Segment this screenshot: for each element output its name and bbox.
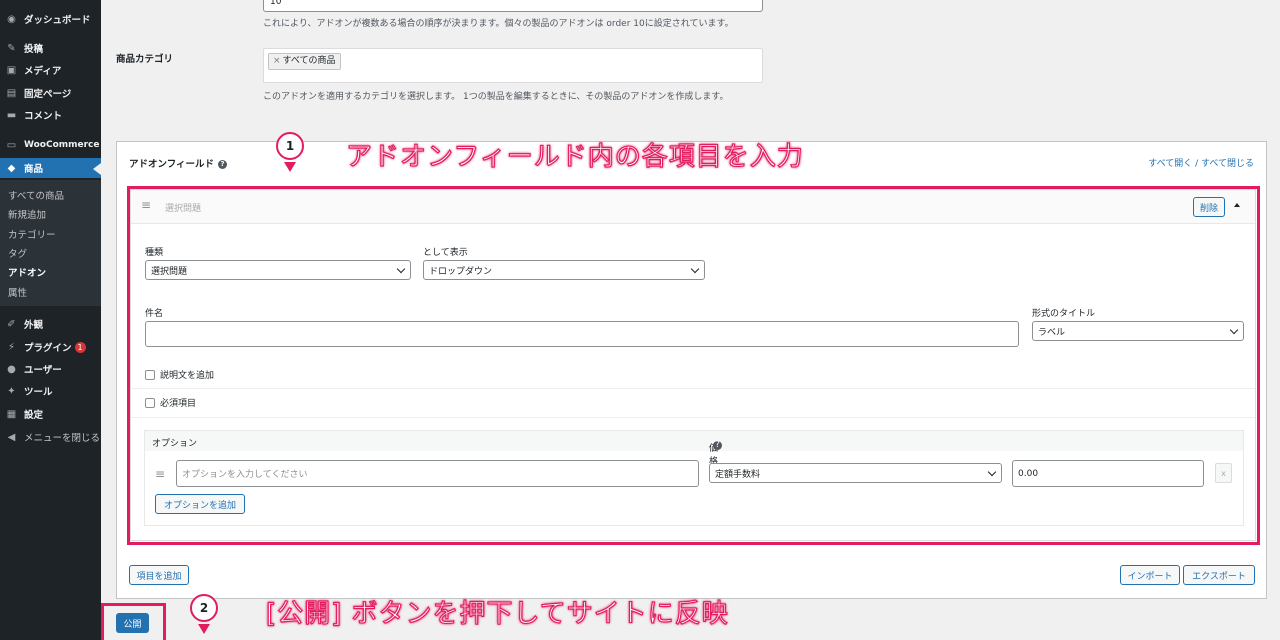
pin-icon: ✎: [7, 42, 16, 54]
annotation-step-1: アドオンフィールド内の各項目を入力: [345, 141, 804, 172]
menu-products[interactable]: ◆ 商品: [0, 158, 101, 178]
category-chip-label: すべての商品: [282, 56, 336, 66]
help-icon[interactable]: ?: [218, 160, 228, 169]
category-description: このアドオンを適用するカテゴリを選択します。 1つの製品を編集するときに、その製…: [263, 92, 729, 102]
add-field-button[interactable]: 項目を追加: [129, 565, 189, 585]
highlight-box-addon-field: [127, 186, 1260, 545]
comment-icon: ▬: [6, 109, 17, 121]
step-marker-1: 1: [276, 132, 304, 160]
menu-collapse-label: メニューを閉じる: [24, 433, 101, 444]
menu-users[interactable]: ● ユーザー: [0, 359, 101, 379]
menu-comments[interactable]: ▬ コメント: [0, 105, 101, 125]
menu-posts-label: 投稿: [24, 44, 44, 55]
highlight-box-publish: [101, 603, 166, 640]
menu-posts[interactable]: ✎ 投稿: [0, 38, 101, 58]
settings-icon: ▦: [6, 408, 17, 420]
expand-collapse-all-link[interactable]: すべて開く / すべて閉じる: [1148, 156, 1254, 169]
annotation-step-2: [公開] ボタンを押下してサイトに反映: [265, 598, 729, 629]
menu-users-label: ユーザー: [24, 365, 62, 376]
panel-title-text: アドオンフィールド: [129, 159, 215, 170]
user-icon: ●: [7, 363, 16, 375]
menu-settings-label: 設定: [24, 410, 44, 421]
brush-icon: ✐: [7, 318, 16, 330]
export-button[interactable]: エクスポート: [1183, 565, 1255, 585]
plugin-icon: ⚡: [7, 341, 16, 353]
collapse-icon: ◀: [7, 431, 16, 443]
submenu-tags[interactable]: タグ: [8, 246, 27, 260]
menu-products-label: 商品: [24, 164, 44, 175]
menu-appearance[interactable]: ✐ 外観: [0, 314, 101, 334]
menu-dashboard[interactable]: ◉ ダッシュボード: [0, 9, 101, 29]
category-label: 商品カテゴリ: [116, 54, 174, 65]
menu-plugins-label: プラグイン: [24, 343, 72, 354]
menu-dashboard-label: ダッシュボード: [24, 15, 91, 26]
menu-woocommerce[interactable]: ▭ WooCommerce: [0, 135, 101, 155]
menu-tools[interactable]: ✦ ツール: [0, 381, 101, 401]
woocommerce-icon: ▭: [6, 139, 17, 151]
menu-tools-label: ツール: [24, 387, 53, 398]
products-submenu: すべての商品 新規追加 カテゴリー タグ アドオン 属性: [0, 180, 101, 306]
order-input[interactable]: 10: [263, 0, 763, 12]
menu-settings[interactable]: ▦ 設定: [0, 404, 101, 424]
step-marker-2: 2: [190, 594, 218, 622]
menu-appearance-label: 外観: [24, 320, 44, 331]
menu-pages-label: 固定ページ: [24, 89, 72, 100]
plugin-update-badge: 1: [74, 341, 86, 353]
menu-plugins[interactable]: ⚡ プラグイン 1: [0, 337, 101, 357]
submenu-addons[interactable]: アドオン: [8, 265, 46, 279]
menu-woocommerce-label: WooCommerce: [24, 140, 100, 150]
media-icon: ▣: [6, 64, 17, 76]
admin-sidebar: ◉ ダッシュボード ✎ 投稿 ▣ メディア ▤ 固定ページ ▬ コメント ▭ W…: [0, 0, 101, 640]
menu-comments-label: コメント: [24, 111, 63, 122]
menu-pages[interactable]: ▤ 固定ページ: [0, 83, 101, 103]
submenu-attributes[interactable]: 属性: [8, 285, 27, 299]
import-button[interactable]: インポート: [1120, 565, 1180, 585]
menu-media[interactable]: ▣ メディア: [0, 60, 101, 80]
active-menu-arrow: [93, 163, 101, 175]
submenu-all-products[interactable]: すべての商品: [8, 188, 64, 202]
submenu-add-new[interactable]: 新規追加: [8, 207, 46, 221]
page-icon: ▤: [6, 87, 17, 99]
panel-title: アドオンフィールド?: [129, 156, 228, 170]
step-marker-2-pointer: [198, 624, 210, 634]
chip-remove-icon[interactable]: ×: [273, 56, 281, 66]
wrench-icon: ✦: [7, 385, 16, 397]
order-input-value: 10: [270, 0, 282, 7]
step-marker-1-pointer: [284, 162, 296, 172]
category-chip: × すべての商品: [268, 53, 341, 70]
product-box-icon: ◆: [7, 162, 16, 174]
category-select[interactable]: × すべての商品: [263, 48, 763, 83]
submenu-categories[interactable]: カテゴリー: [8, 227, 56, 241]
order-description: これにより、アドオンが複数ある場合の順序が決まります。個々の製品のアドオンは o…: [263, 19, 734, 29]
dashboard-icon: ◉: [7, 13, 16, 25]
menu-media-label: メディア: [24, 66, 62, 77]
menu-collapse[interactable]: ◀ メニューを閉じる: [0, 427, 101, 447]
